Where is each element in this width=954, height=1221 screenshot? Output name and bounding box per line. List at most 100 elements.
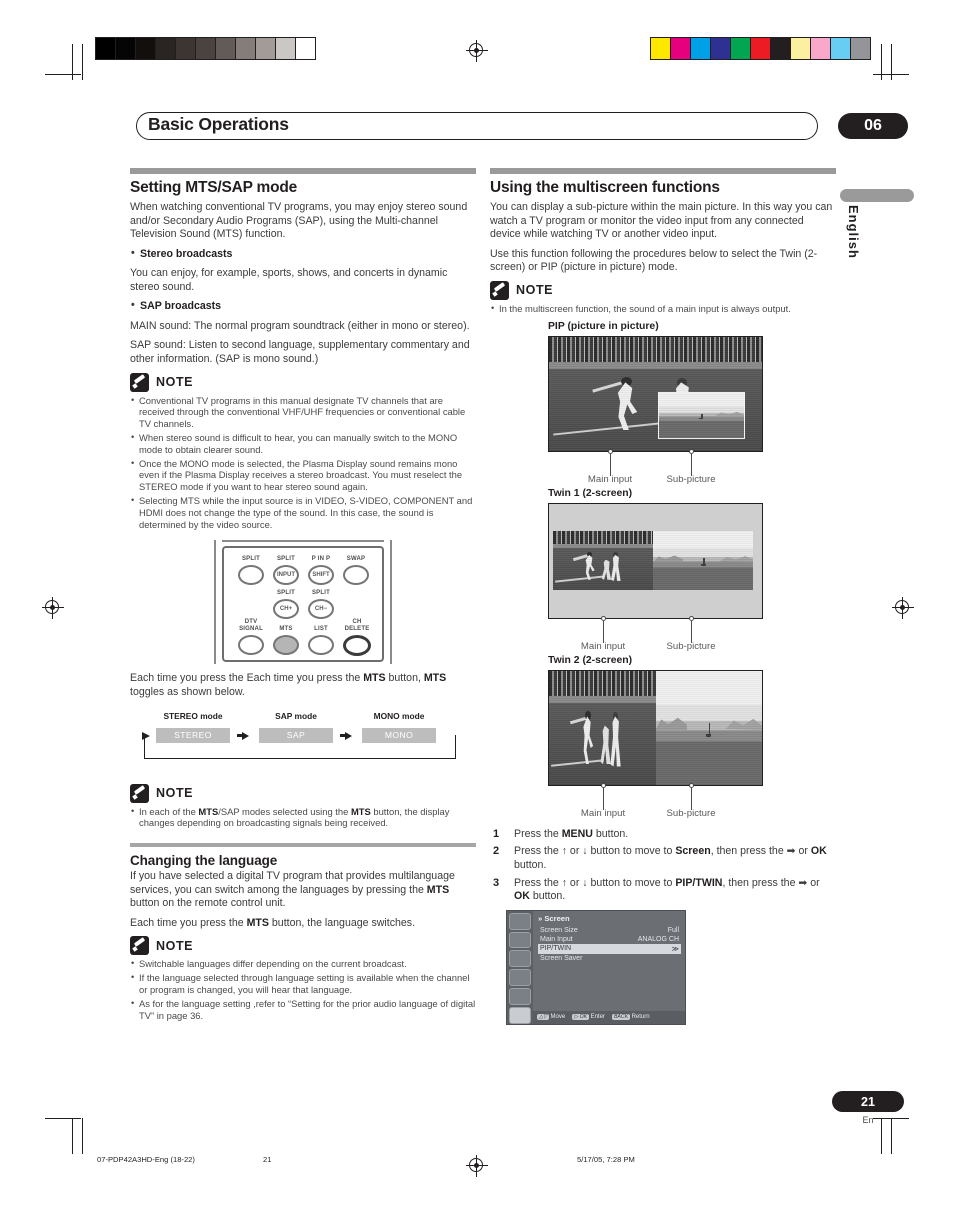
legend-sub-picture: Sub-picture bbox=[666, 640, 716, 652]
osd-row-value: ANALOG CH bbox=[637, 935, 679, 943]
note-header-right: NOTE bbox=[490, 280, 836, 300]
osd-row-label: Main Input bbox=[540, 935, 573, 943]
section-rule-right bbox=[490, 168, 836, 174]
osd-row-label: PIP/TWIN bbox=[540, 944, 572, 952]
power-control-icon[interactable] bbox=[509, 969, 531, 987]
photo-grain bbox=[549, 336, 762, 451]
osd-row-main-input[interactable]: Main Input ANALOG CH bbox=[538, 935, 681, 944]
section-rule bbox=[130, 168, 476, 174]
osd-hint-label: Return bbox=[631, 1014, 650, 1021]
flow-caption-stereo: STEREO mode bbox=[163, 710, 223, 721]
dpad-key-icon: △▽ bbox=[537, 1014, 549, 1021]
osd-body: » Screen Screen Size Full Main Input ANA… bbox=[533, 911, 685, 1024]
mts-intro: When watching conventional TV programs, … bbox=[130, 201, 468, 241]
osd-hint-enter: ▷ OK Enter bbox=[572, 1014, 605, 1021]
step-text: Press the ↑ or ↓ button to move to PIP/T… bbox=[514, 876, 820, 903]
page-number-badge: 21 bbox=[832, 1091, 904, 1112]
option-icon[interactable] bbox=[509, 1006, 531, 1024]
twin1-screen bbox=[548, 502, 763, 619]
note-list-1: Conventional TV programs in this manual … bbox=[130, 394, 476, 531]
setup-icon[interactable] bbox=[509, 988, 531, 1005]
step-number: 3 bbox=[493, 876, 500, 889]
section-heading-mts: Setting MTS/SAP mode bbox=[130, 179, 298, 196]
footer-page-number: 21 bbox=[263, 1155, 272, 1164]
photo-grain bbox=[653, 531, 754, 591]
osd-menu-screenshot: » Screen Screen Size Full Main Input ANA… bbox=[506, 909, 686, 1025]
note-list-right: In the multiscreen function, the sound o… bbox=[490, 302, 836, 315]
crop-mark-tl-v2 bbox=[82, 44, 83, 80]
legend-main-input: Main input bbox=[580, 640, 626, 652]
remote-label-pinp: P IN P bbox=[311, 556, 331, 563]
section-rule-2 bbox=[130, 843, 476, 848]
osd-row-screen-size[interactable]: Screen Size Full bbox=[538, 926, 681, 935]
note-item: As for the language setting ,refer to “S… bbox=[130, 997, 476, 1022]
flow-arrow-1-icon bbox=[237, 731, 249, 740]
step-item-2: 2 Press the ↑ or ↓ button to move to Scre… bbox=[490, 845, 836, 872]
mts-bullet-list-2: SAP broadcasts bbox=[130, 299, 476, 313]
section-heading-language: Changing the language bbox=[130, 853, 278, 869]
left-column: Setting MTS/SAP mode When watching conve… bbox=[130, 168, 476, 1027]
bullet-stereo-broadcasts: Stereo broadcasts bbox=[130, 247, 476, 261]
crop-mark-bl-h bbox=[45, 1118, 81, 1119]
mts-toggle-intro: Each time you press the STEREOEach time … bbox=[130, 672, 447, 698]
note-label-1: NOTE bbox=[156, 375, 194, 390]
photo-grain bbox=[553, 531, 654, 591]
remote-label-split-3: SPLIT bbox=[276, 590, 295, 597]
sound-icon[interactable] bbox=[509, 950, 531, 968]
footer-filename: 07-PDP42A3HD-Eng (18-22) bbox=[97, 1155, 195, 1164]
figure-caption-twin1: Twin 1 (2-screen) bbox=[548, 487, 633, 499]
note-list-2: In each of the MTS/SAP modes selected us… bbox=[130, 805, 476, 830]
note-item: Once the MONO mode is selected, the Plas… bbox=[130, 457, 476, 493]
step-number: 2 bbox=[493, 845, 500, 858]
note-label-2: NOTE bbox=[156, 786, 194, 801]
note-item: Conventional TV programs in this manual … bbox=[130, 394, 476, 430]
flow-arrow-2-icon bbox=[340, 731, 352, 740]
osd-row-value: ≫ bbox=[671, 945, 679, 953]
manual-page: Basic Operations 06 English Setting MTS/… bbox=[0, 0, 954, 1221]
footer-timestamp: 5/17/05, 7:28 PM bbox=[577, 1155, 635, 1164]
remote-label-dtv-signal: DTV SIGNAL bbox=[239, 619, 263, 632]
osd-footer-hints: △▽ Move ▷ OK Enter BACK Return bbox=[533, 1010, 685, 1024]
crop-mark-tl-h bbox=[45, 74, 81, 75]
picture-icon[interactable] bbox=[509, 912, 531, 930]
osd-title: » Screen bbox=[538, 913, 570, 923]
flow-cell-stereo: STEREO bbox=[156, 727, 230, 743]
osd-row-label: Screen Saver bbox=[540, 954, 583, 962]
multiscreen-intro2: Use this function following the procedur… bbox=[490, 247, 818, 274]
remote-edge-left bbox=[214, 540, 216, 665]
mts-bullet-list: Stereo broadcasts bbox=[130, 247, 476, 261]
remote-label-list: LIST bbox=[314, 626, 328, 633]
chapter-number-badge: 06 bbox=[838, 113, 908, 139]
sap-main-sound-text: MAIN sound: The normal program soundtrac… bbox=[130, 319, 470, 332]
flow-cell-mono: MONO bbox=[362, 727, 436, 743]
language-tab-label: English bbox=[846, 205, 861, 259]
twin2-screen bbox=[548, 669, 763, 786]
language-intro: If you have selected a digital TV progra… bbox=[130, 870, 455, 910]
osd-row-label: Screen Size bbox=[540, 926, 578, 934]
stereo-broadcasts-text: You can enjoy, for example, sports, show… bbox=[130, 267, 448, 293]
note-item: If the language selected through languag… bbox=[130, 971, 476, 996]
mts-toggle-diagram: STEREO mode STEREO SAP mode SAP MONO mod… bbox=[138, 708, 468, 770]
multiscreen-intro: You can display a sub-picture within the… bbox=[490, 201, 833, 241]
osd-row-value: Full bbox=[667, 926, 679, 934]
osd-row-pip-twin[interactable]: PIP/TWIN ≫ bbox=[538, 943, 681, 954]
bullet-sap-broadcasts: SAP broadcasts bbox=[130, 299, 476, 313]
twin1-main-half bbox=[553, 531, 654, 591]
section-heading-multiscreen: Using the multiscreen functions bbox=[490, 179, 720, 196]
procedure-steps: 1 Press the MENU button. 2 Press the ↑ or … bbox=[490, 828, 836, 904]
pencil-icon bbox=[490, 280, 509, 300]
twin1-sub-half bbox=[653, 531, 754, 591]
osd-hint-return: BACK Return bbox=[611, 1014, 650, 1021]
osd-row-screen-saver[interactable]: Screen Saver bbox=[538, 954, 681, 963]
pencil-icon bbox=[130, 783, 149, 803]
screen-icon[interactable] bbox=[509, 931, 531, 949]
registration-mark-top bbox=[466, 40, 488, 62]
crop-mark-tr-v2 bbox=[891, 44, 892, 80]
osd-icon-rail bbox=[507, 910, 533, 1024]
remote-label-split-4: SPLIT bbox=[311, 590, 330, 597]
figure-caption-pip: PIP (picture in picture) bbox=[548, 320, 659, 332]
figure-legend-pip: Main input Sub-picture bbox=[548, 448, 763, 488]
osd-hint-label: Move bbox=[550, 1014, 566, 1021]
note-label-3: NOTE bbox=[156, 938, 194, 953]
crop-mark-tr-v bbox=[881, 44, 882, 80]
